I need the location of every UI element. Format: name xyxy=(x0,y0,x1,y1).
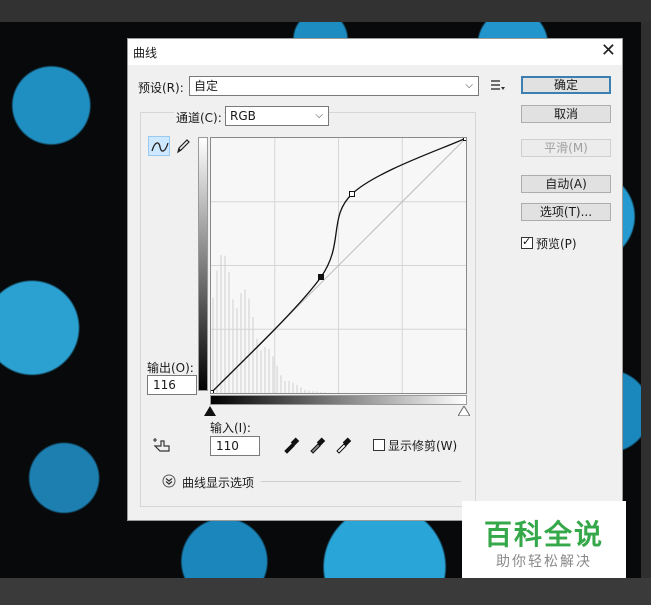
channel-label: 通道(C): xyxy=(174,109,224,126)
channel-select[interactable]: RGB ⌵ xyxy=(225,106,329,126)
curve-graph[interactable] xyxy=(210,137,467,394)
curve-display-options-label[interactable]: 曲线显示选项 xyxy=(182,474,254,491)
watermark: 百科全说 助你轻松解决 xyxy=(462,501,626,578)
cancel-button[interactable]: 取消 xyxy=(521,105,611,123)
watermark-title: 百科全说 xyxy=(483,518,604,551)
curves-dialog: 曲线 ✕ 预设(R): 自定 ⌵ 确定 取消 平滑(M) 自动(A) 选项(T)… xyxy=(127,38,623,521)
channel-value: RGB xyxy=(230,109,256,123)
dialog-title: 曲线 xyxy=(133,46,158,60)
options-divider xyxy=(261,481,461,482)
targeted-adjustment-hand-icon[interactable] xyxy=(152,437,174,458)
input-field[interactable]: 110 xyxy=(210,436,260,456)
dialog-titlebar: 曲线 ✕ xyxy=(128,39,622,65)
close-icon[interactable]: ✕ xyxy=(601,40,616,61)
ok-button[interactable]: 确定 xyxy=(521,76,611,94)
preset-menu-icon[interactable] xyxy=(489,78,505,95)
curve-control-point[interactable] xyxy=(211,390,214,394)
preview-label: 预览(P) xyxy=(536,237,577,251)
show-clipping-label: 显示修剪(W) xyxy=(388,439,458,453)
watermark-subtitle: 助你轻松解决 xyxy=(496,554,592,570)
chevron-down-icon: ⌵ xyxy=(465,80,473,91)
output-label: 输出(O): xyxy=(147,361,194,375)
show-clipping-checkbox[interactable] xyxy=(373,439,385,451)
input-label: 输入(I): xyxy=(210,421,251,435)
preset-value: 自定 xyxy=(194,79,219,93)
eyedropper-gray-icon[interactable] xyxy=(308,436,326,457)
eyedropper-white-icon[interactable] xyxy=(334,436,352,457)
output-gradient-bar xyxy=(198,137,208,391)
right-panel-strip xyxy=(641,22,651,578)
auto-button[interactable]: 自动(A) xyxy=(521,175,611,193)
white-point-slider[interactable] xyxy=(458,406,470,416)
expand-chevron-icon[interactable] xyxy=(162,474,176,491)
preset-select[interactable]: 自定 ⌵ xyxy=(189,76,479,96)
curve-control-point[interactable] xyxy=(463,138,467,141)
preset-label: 预设(R): xyxy=(138,81,184,95)
smooth-button[interactable]: 平滑(M) xyxy=(521,139,611,157)
curve-point-tool-icon xyxy=(151,142,169,152)
curve-plot[interactable] xyxy=(211,138,466,393)
app-top-bar xyxy=(0,0,651,22)
histogram xyxy=(212,255,358,393)
curve-control-point[interactable] xyxy=(349,191,355,197)
chevron-down-icon: ⌵ xyxy=(315,110,323,121)
preview-checkbox[interactable] xyxy=(521,235,533,249)
options-button[interactable]: 选项(T)... xyxy=(521,203,611,221)
curve-point-tool[interactable] xyxy=(148,136,170,156)
pencil-tool[interactable] xyxy=(173,136,195,156)
pencil-tool-icon xyxy=(177,139,190,154)
input-gradient-bar xyxy=(210,395,467,405)
curve-control-point[interactable] xyxy=(318,274,324,280)
output-field[interactable]: 116 xyxy=(147,375,197,395)
black-point-slider[interactable] xyxy=(204,406,216,416)
app-bottom-bar xyxy=(0,578,651,605)
eyedropper-black-icon[interactable] xyxy=(282,436,300,457)
